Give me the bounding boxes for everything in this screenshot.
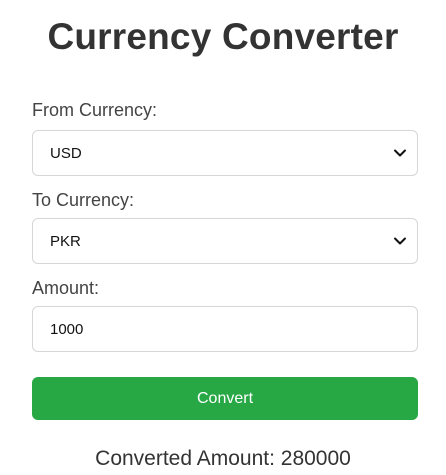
to-currency-value: PKR bbox=[50, 233, 81, 250]
from-currency-select[interactable]: USD bbox=[32, 130, 418, 176]
to-currency-select[interactable]: PKR bbox=[32, 218, 418, 264]
converted-amount-text: Converted Amount: 280000 bbox=[95, 447, 351, 470]
amount-value: 1000 bbox=[50, 321, 84, 338]
amount-label: Amount: bbox=[32, 278, 100, 298]
chevron-down-icon bbox=[394, 149, 406, 157]
to-currency-label: To Currency: bbox=[32, 190, 135, 210]
convert-button[interactable]: Convert bbox=[32, 377, 418, 420]
chevron-down-icon bbox=[394, 237, 406, 245]
amount-input[interactable]: 1000 bbox=[32, 306, 418, 352]
currency-converter-page: Currency Converter From Currency: USD To… bbox=[0, 0, 446, 475]
from-currency-label: From Currency: bbox=[32, 100, 158, 120]
from-currency-value: USD bbox=[50, 145, 82, 162]
page-title: Currency Converter bbox=[47, 16, 399, 57]
